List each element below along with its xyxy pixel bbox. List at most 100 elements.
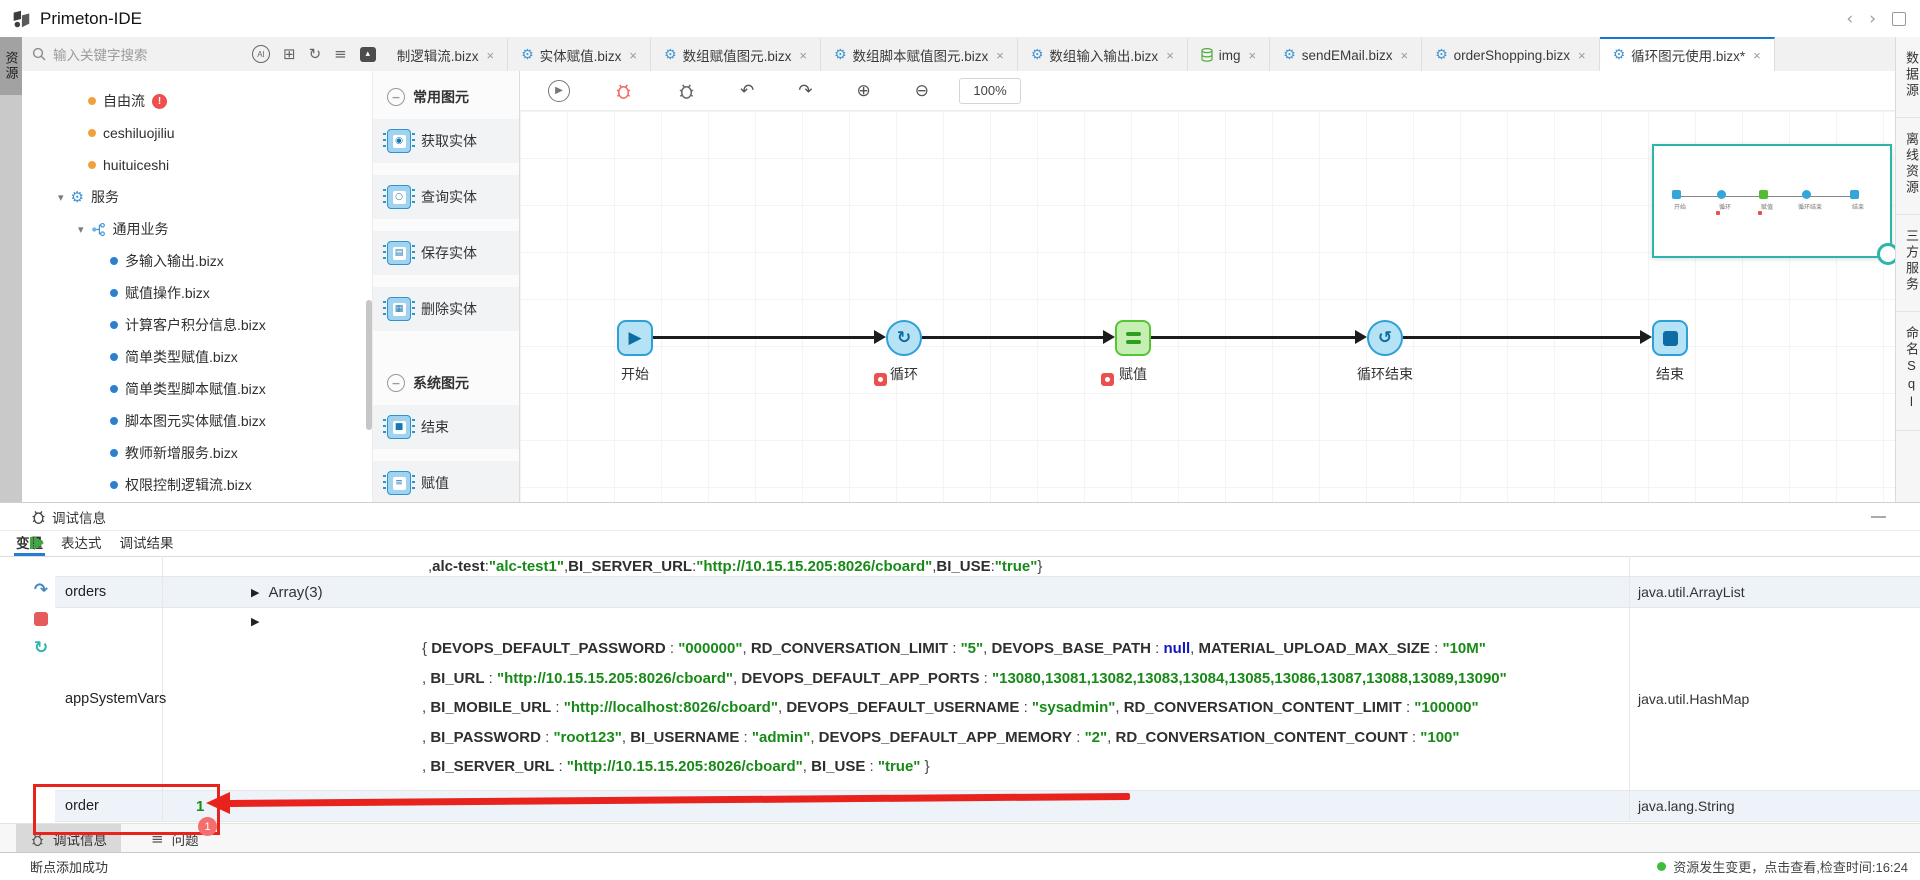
tree-item[interactable]: 计算客户积分信息.bizx: [22, 309, 372, 341]
undo-icon[interactable]: ↶: [740, 81, 754, 101]
tab-expressions[interactable]: 表达式: [59, 530, 104, 556]
problems-count-badge: 1: [198, 817, 217, 836]
chevron-down-icon[interactable]: ▾: [78, 223, 84, 236]
zoom-out-icon[interactable]: ⊖: [915, 81, 929, 101]
palette-item[interactable]: ◉ 获取实体: [373, 119, 519, 163]
expand-icon[interactable]: ▶: [251, 586, 259, 599]
node-start[interactable]: ▶: [617, 320, 653, 356]
node-loop-end[interactable]: ↺: [1367, 320, 1403, 356]
palette-item[interactable]: ▦ 删除实体: [373, 287, 519, 331]
flow-edge: [653, 336, 874, 339]
sort-list-icon[interactable]: ≡: [334, 45, 347, 63]
table-row-partial[interactable]: , alc-test : "alc-test1" , BI_SERVER_URL…: [55, 556, 1920, 577]
node-loop[interactable]: ↻: [886, 320, 922, 356]
tree-item[interactable]: ceshiluojiliu: [22, 117, 372, 149]
export-image-icon[interactable]: ▴: [360, 47, 376, 62]
close-icon[interactable]: ×: [996, 48, 1004, 63]
step-over-icon[interactable]: ↷: [34, 580, 48, 600]
rail-resources-tab[interactable]: 资源: [0, 37, 22, 95]
expand-icon[interactable]: ▶: [251, 615, 259, 628]
zoom-level[interactable]: 100%: [959, 78, 1021, 104]
node-assign[interactable]: [1115, 320, 1151, 356]
tree-item[interactable]: 脚本图元实体赋值.bizx: [22, 405, 372, 437]
resume-icon[interactable]: [30, 536, 44, 550]
tree-item[interactable]: ▾ ⚙ 服务: [22, 181, 372, 213]
close-icon[interactable]: ×: [799, 48, 807, 63]
close-icon[interactable]: ×: [1578, 48, 1586, 63]
zoom-in-icon[interactable]: ⊕: [857, 81, 871, 101]
close-icon[interactable]: ×: [629, 48, 637, 63]
sidebar-vertical-tab[interactable]: 命名Sql: [1896, 312, 1920, 431]
window-restore-icon[interactable]: [1892, 12, 1906, 26]
debug-bug-active-icon[interactable]: [614, 81, 633, 100]
refresh-icon[interactable]: ↻: [309, 45, 322, 63]
rerun-icon[interactable]: ↻: [34, 638, 48, 658]
palette-item[interactable]: ■ 结束: [373, 405, 519, 449]
sidebar-vertical-tab[interactable]: 离线资源: [1896, 118, 1920, 215]
editor-tab[interactable]: 制逻辑流.bizx ×: [384, 37, 508, 71]
element-palette: − 常用图元 ◉ 获取实体 ○ 查询实体 ▤ 保存实体 ▦ 删除实体 −: [373, 71, 520, 502]
collapse-icon[interactable]: −: [387, 88, 405, 106]
canvas-grid[interactable]: ▶ ↻ ↺ 开始 循环 赋值 循环结束 结束: [520, 111, 1895, 502]
table-row-orders[interactable]: orders ▶ Array(3) java.util.ArrayList: [55, 577, 1920, 608]
tree-item[interactable]: huituiceshi: [22, 149, 372, 181]
breakpoint-icon[interactable]: [1101, 373, 1114, 386]
close-icon[interactable]: ×: [1401, 48, 1409, 63]
stop-icon[interactable]: [34, 612, 48, 626]
editor-tab[interactable]: ⚙ 数组赋值图元.bizx ×: [651, 37, 821, 71]
chevron-down-icon[interactable]: ▾: [58, 191, 64, 204]
tree-item[interactable]: 多输入输出.bizx: [22, 245, 372, 277]
resource-change-notice[interactable]: 资源发生变更，点击查看,检查时间:16:24: [1657, 857, 1908, 876]
tab-debug-result[interactable]: 调试结果: [118, 530, 176, 556]
palette-section-header[interactable]: − 系统图元: [373, 369, 519, 397]
sidebar-vertical-tab[interactable]: 数据源: [1896, 37, 1920, 118]
palette-item-label: 保存实体: [421, 243, 477, 263]
file-dot-icon: [88, 129, 96, 137]
nav-forward-icon[interactable]: ›: [1869, 9, 1876, 29]
editor-tab[interactable]: img ×: [1188, 37, 1270, 71]
redo-icon[interactable]: ↷: [798, 81, 812, 101]
palette-item-label: 获取实体: [421, 131, 477, 151]
minimap[interactable]: 开始 循环 赋值 循环结束 结束: [1652, 144, 1892, 258]
tree-item[interactable]: ▾ 通用业务: [22, 213, 372, 245]
node-end[interactable]: [1652, 320, 1688, 356]
nav-back-icon[interactable]: ‹: [1846, 9, 1853, 29]
tree-item[interactable]: 简单类型赋值.bizx: [22, 341, 372, 373]
tree-item[interactable]: 权限控制逻辑流.bizx: [22, 469, 372, 501]
tree-item[interactable]: 自由流 !: [22, 85, 372, 117]
palette-item[interactable]: ▤ 保存实体: [373, 231, 519, 275]
palette-item[interactable]: ○ 查询实体: [373, 175, 519, 219]
variable-value: , alc-test : "alc-test1" , BI_SERVER_URL…: [163, 556, 1630, 576]
close-icon[interactable]: ×: [487, 48, 495, 63]
editor-tab-label: 数组赋值图元.bizx: [683, 45, 792, 65]
tree-scrollbar[interactable]: [366, 300, 372, 430]
editor-tab[interactable]: ⚙ sendEMail.bizx ×: [1270, 37, 1422, 71]
tree-item[interactable]: 简单类型脚本赋值.bizx: [22, 373, 372, 405]
close-icon[interactable]: ×: [1249, 48, 1257, 63]
editor-tab[interactable]: ⚙ 实体赋值.bizx ×: [508, 37, 651, 71]
editor-tab-label: 实体赋值.bizx: [540, 45, 622, 65]
ai-assistant-icon[interactable]: AI: [252, 45, 270, 63]
palette-section-header[interactable]: − 常用图元: [373, 83, 519, 111]
editor-tab[interactable]: ⚙ 循环图元使用.bizx* ×: [1600, 37, 1775, 71]
editor-tab[interactable]: ⚙ 数组脚本赋值图元.bizx ×: [821, 37, 1018, 71]
close-icon[interactable]: ×: [1753, 48, 1761, 63]
minimap-node-label: 循环结束: [1790, 202, 1830, 211]
bug-icon[interactable]: [677, 81, 696, 100]
sidebar-vertical-tab[interactable]: 三方服务: [1896, 215, 1920, 312]
new-box-icon[interactable]: ⊞: [283, 45, 296, 63]
editor-tab[interactable]: ⚙ orderShopping.bizx ×: [1422, 37, 1599, 71]
node-label: 循环: [849, 364, 959, 384]
table-row-app-system-vars[interactable]: appSystemVars ▶ { DEVOPS_DEFAULT_PASSWOR…: [55, 608, 1920, 791]
breakpoint-icon[interactable]: [874, 373, 887, 386]
minimize-icon[interactable]: —: [1871, 503, 1886, 530]
tree-item[interactable]: 教师新增服务.bizx: [22, 437, 372, 469]
tree-item[interactable]: 赋值操作.bizx: [22, 277, 372, 309]
debug-run-icon[interactable]: ▶: [548, 80, 570, 102]
search-input[interactable]: 输入关键字搜索: [22, 37, 212, 71]
palette-item[interactable]: ≡ 赋值: [373, 461, 519, 502]
variable-name: [55, 556, 163, 576]
collapse-icon[interactable]: −: [387, 374, 405, 392]
close-icon[interactable]: ×: [1166, 48, 1174, 63]
editor-tab[interactable]: ⚙ 数组输入输出.bizx ×: [1018, 37, 1188, 71]
